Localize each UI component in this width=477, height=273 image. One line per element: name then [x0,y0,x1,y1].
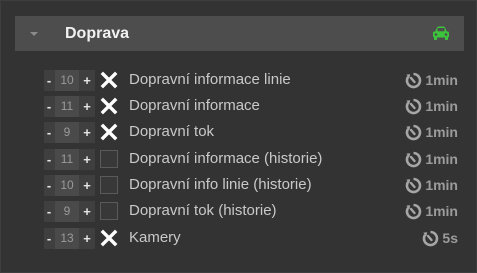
timer-icon [404,176,425,195]
layer-label: Dopravní informace linie [129,71,291,88]
layer-checkbox[interactable] [100,202,118,220]
interval-stepper: -10 + [44,70,95,91]
interval-stepper: -11 + [44,96,95,117]
layer-row: -10 + Dopravní informace linie 1min [1,67,477,93]
layers-panel: Doprava -10 + Dopravní informace linie 1min… [0,0,477,273]
layer-row: -9 + Dopravní tok (historie) 1min [1,198,477,224]
refresh-interval[interactable]: 1min [404,201,458,221]
layer-label: Dopravní tok [129,123,215,140]
refresh-interval[interactable]: 1min [404,96,458,116]
interval-stepper: -9 + [44,122,95,143]
interval-stepper: -10 + [44,175,95,196]
layer-row: -11 + Dopravní informace 1min [1,93,477,119]
decrement-button[interactable]: - [44,96,54,117]
refresh-interval[interactable]: 1min [404,122,458,142]
stepper-value[interactable]: 9 [55,201,79,222]
decrement-button[interactable]: - [44,70,54,91]
refresh-interval[interactable]: 1min [404,175,458,195]
decrement-button[interactable]: - [44,228,54,249]
increment-button[interactable]: + [80,70,94,91]
timer-icon [404,97,425,116]
increment-button[interactable]: + [80,228,94,249]
stepper-value[interactable]: 10 [55,175,79,196]
layer-label: Dopravní informace (historie) [129,150,323,167]
layer-checkbox[interactable] [100,123,118,141]
refresh-interval[interactable]: 1min [404,149,458,169]
layer-label: Kamery [129,229,181,246]
layer-checkbox[interactable] [100,150,118,168]
layer-label: Dopravní info linie (historie) [129,176,312,193]
interval-stepper: -11 + [44,149,95,170]
interval-text: 1min [425,151,458,167]
layer-row: -10 + Dopravní info linie (historie) 1min [1,172,477,198]
decrement-button[interactable]: - [44,175,54,196]
increment-button[interactable]: + [80,122,94,143]
increment-button[interactable]: + [80,96,94,117]
layer-row: -9 + Dopravní tok 1min [1,119,477,145]
interval-stepper: -13 + [44,228,95,249]
interval-text: 1min [425,124,458,140]
decrement-button[interactable]: - [44,149,54,170]
refresh-interval[interactable]: 1min [404,70,458,90]
timer-icon [404,150,425,169]
section-title: Doprava [65,25,130,42]
layer-row: -13 + Kamery 5s [1,225,477,251]
stepper-value[interactable]: 9 [55,122,79,143]
timer-icon [404,123,425,142]
interval-text: 1min [425,203,458,219]
layer-row: -11 + Dopravní informace (historie) 1min [1,146,477,172]
section-header-doprava[interactable]: Doprava [15,16,464,51]
collapse-arrow-icon[interactable] [30,32,38,36]
interval-text: 1min [425,98,458,114]
stepper-value[interactable]: 13 [55,228,79,249]
layer-label: Dopravní informace [129,97,260,114]
decrement-button[interactable]: - [44,122,54,143]
interval-text: 1min [425,177,458,193]
interval-stepper: -9 + [44,201,95,222]
increment-button[interactable]: + [80,149,94,170]
layer-checkbox[interactable] [100,176,118,194]
timer-icon [421,229,442,248]
stepper-value[interactable]: 10 [55,70,79,91]
timer-icon [404,202,425,221]
timer-icon [404,71,425,90]
layer-checkbox[interactable] [100,71,118,89]
interval-text: 5s [442,230,458,246]
layer-checkbox[interactable] [100,229,118,247]
increment-button[interactable]: + [80,175,94,196]
stepper-value[interactable]: 11 [55,96,79,117]
car-icon [432,25,450,41]
stepper-value[interactable]: 11 [55,149,79,170]
interval-text: 1min [425,72,458,88]
layer-checkbox[interactable] [100,97,118,115]
layer-label: Dopravní tok (historie) [129,202,277,219]
increment-button[interactable]: + [80,201,94,222]
decrement-button[interactable]: - [44,201,54,222]
refresh-interval[interactable]: 5s [421,228,458,248]
